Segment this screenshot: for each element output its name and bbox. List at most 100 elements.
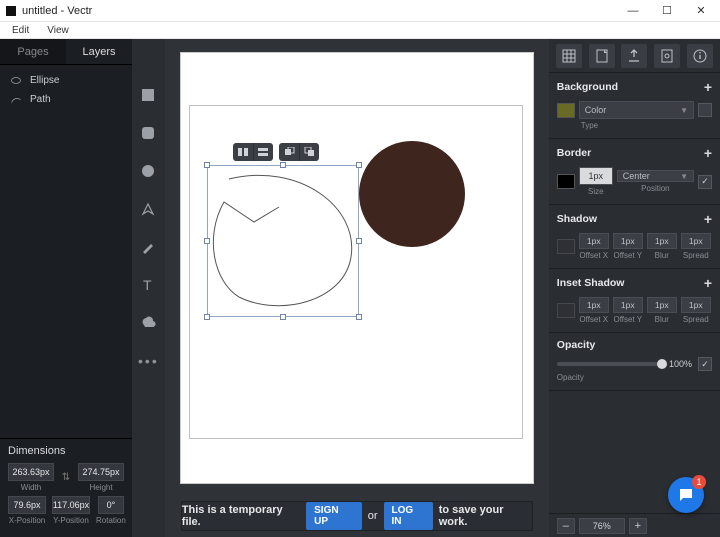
tool-pen[interactable] [138,199,158,219]
opacity-heading: Opacity [557,339,596,351]
align-horiz-icon[interactable] [233,143,253,161]
rotation-label: Rotation [96,516,126,525]
ypos-input[interactable]: 117.06px [52,496,90,514]
banner-or: or [368,510,378,522]
handle-tr[interactable] [356,162,362,168]
ellipse-layer-icon [10,76,22,86]
layer-row-path[interactable]: Path [0,90,132,109]
tool-ellipse[interactable] [138,161,158,181]
border-position-label: Position [641,184,669,193]
banner-suffix: to save your work. [439,504,532,528]
dimensions-panel: Dimensions 263.63px Width ⇅ 274.75px Hei… [0,438,132,537]
layer-list: Ellipse Path [0,65,132,115]
signup-button[interactable]: SIGN UP [306,502,362,530]
xpos-label: X-Position [9,516,45,525]
background-heading: Background [557,81,618,93]
link-icon[interactable] [654,44,680,68]
border-swatch[interactable] [557,174,575,189]
shadow-offsetx-input[interactable]: 1px [579,233,609,249]
add-border-icon[interactable]: + [704,145,712,161]
layer-row-ellipse[interactable]: Ellipse [0,71,132,90]
width-input[interactable]: 263.63px [8,463,54,481]
shadow-blur-input[interactable]: 1px [647,233,677,249]
info-icon[interactable] [687,44,713,68]
selection-box[interactable] [207,165,359,317]
zoom-out-button[interactable]: – [557,518,575,534]
add-background-icon[interactable]: + [704,79,712,95]
background-color-dropdown[interactable]: Color▼ [579,101,694,119]
opacity-knob[interactable] [657,359,667,369]
dimensions-heading: Dimensions [8,445,124,457]
height-input[interactable]: 274.75px [78,463,124,481]
arrange-front-icon[interactable] [279,143,299,161]
border-position-dropdown[interactable]: Center▼ [617,170,694,182]
tool-rounded-rect[interactable] [138,123,158,143]
ellipse-shape[interactable] [359,141,465,247]
opacity-toggle[interactable]: ✓ [698,357,712,371]
zoom-value[interactable]: 76% [579,518,625,534]
border-size-label: Size [588,187,604,196]
banner-prefix: This is a temporary file. [182,504,300,528]
tool-text[interactable]: T [138,275,158,295]
rotation-input[interactable]: 0° [98,496,124,514]
handle-b[interactable] [280,314,286,320]
menu-bar: Edit View [0,22,720,39]
shadow-spread-input[interactable]: 1px [681,233,711,249]
export-icon[interactable] [621,44,647,68]
handle-br[interactable] [356,314,362,320]
tab-pages[interactable]: Pages [0,39,66,64]
app-icon [6,6,16,16]
canvas-page[interactable] [181,53,533,483]
inset-offsety-input[interactable]: 1px [613,297,643,313]
path-layer-icon [10,95,22,105]
grid-icon[interactable] [556,44,582,68]
chat-fab[interactable]: 1 [668,477,704,513]
window-maximize-button[interactable]: ☐ [650,0,684,22]
handle-t[interactable] [280,162,286,168]
arrange-back-icon[interactable] [299,143,319,161]
handle-l[interactable] [204,238,210,244]
canvas-area: This is a temporary file. SIGN UP or LOG… [165,39,549,537]
layer-label: Ellipse [30,75,59,86]
menu-view[interactable]: View [43,24,73,37]
window-titlebar: untitled - Vectr — ☐ ✕ [0,0,720,22]
add-shadow-icon[interactable]: + [704,211,712,227]
zoom-in-button[interactable]: + [629,518,647,534]
border-size-input[interactable]: 1px [579,167,613,185]
window-close-button[interactable]: ✕ [684,0,718,22]
handle-tl[interactable] [204,162,210,168]
border-visible-toggle[interactable]: ✓ [698,175,712,189]
tab-layers[interactable]: Layers [66,39,132,64]
inset-spread-input[interactable]: 1px [681,297,711,313]
handle-r[interactable] [356,238,362,244]
window-minimize-button[interactable]: — [616,0,650,22]
inset-shadow-swatch[interactable] [557,303,575,318]
tool-more[interactable]: ••• [138,351,158,371]
shadow-offsety-input[interactable]: 1px [613,233,643,249]
tool-rectangle[interactable] [138,85,158,105]
window-title: untitled - Vectr [22,5,92,17]
background-visible-toggle[interactable] [698,103,712,117]
inset-blur-input[interactable]: 1px [647,297,677,313]
svg-text:T: T [143,277,152,293]
lock-aspect-icon[interactable]: ⇅ [60,463,72,492]
background-swatch[interactable] [557,103,575,118]
inset-shadow-heading: Inset Shadow [557,277,625,289]
shadow-swatch[interactable] [557,239,575,254]
opacity-slider[interactable] [557,362,663,366]
align-vert-icon[interactable] [253,143,273,161]
add-inset-shadow-icon[interactable]: + [704,275,712,291]
inset-offsetx-input[interactable]: 1px [579,297,609,313]
page-settings-icon[interactable] [589,44,615,68]
height-label: Height [89,483,112,492]
tool-pencil[interactable] [138,237,158,257]
tool-column: T ••• [132,39,165,537]
tool-upload[interactable] [138,313,158,333]
width-label: Width [21,483,41,492]
handle-bl[interactable] [204,314,210,320]
layer-label: Path [30,94,51,105]
menu-edit[interactable]: Edit [8,24,33,37]
login-button[interactable]: LOG IN [384,502,433,530]
properties-panel: Background+ Color▼ Type Border+ 1px Size… [549,39,720,537]
xpos-input[interactable]: 79.6px [8,496,46,514]
